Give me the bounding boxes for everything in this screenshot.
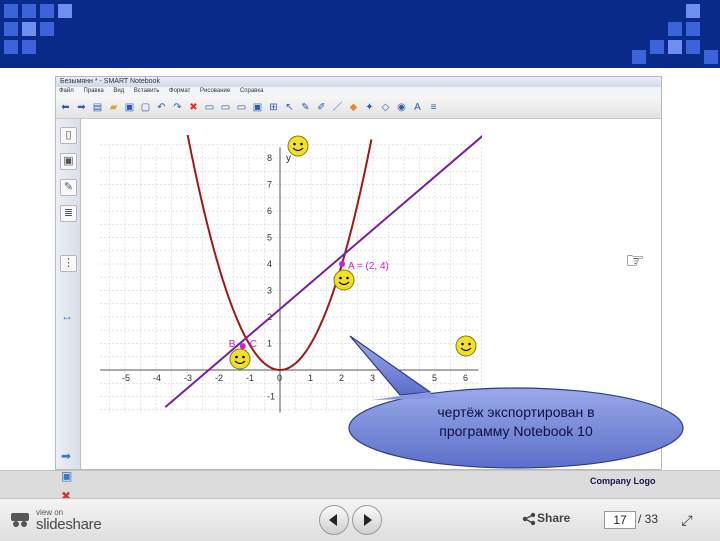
menu-insert[interactable]: Вставить xyxy=(134,88,159,94)
point-a xyxy=(339,261,345,267)
screen-shade-icon[interactable]: ▭ xyxy=(203,101,216,114)
menu-view[interactable]: Вид xyxy=(113,88,124,94)
undo-icon[interactable]: ↶ xyxy=(155,101,168,114)
prev-arrow-icon xyxy=(329,514,337,526)
menu-help[interactable]: Справка xyxy=(240,88,264,94)
x-tick-label: 3 xyxy=(370,373,375,383)
share-icon[interactable] xyxy=(522,512,536,526)
pen-icon[interactable]: ✎ xyxy=(299,101,312,114)
callout-text: чертёж экспортирован в программу Noteboo… xyxy=(360,403,672,441)
add-page-icon[interactable]: ▤ xyxy=(91,101,104,114)
y-tick-label: 5 xyxy=(267,233,272,243)
eraser-icon[interactable]: ◆ xyxy=(347,101,360,114)
properties-icon[interactable]: ≡ xyxy=(427,101,440,114)
shape-icon[interactable]: ◇ xyxy=(379,101,392,114)
table-icon[interactable]: ⊞ xyxy=(267,101,280,114)
x-tick-label: 5 xyxy=(432,373,437,383)
y-tick-label: 1 xyxy=(267,339,272,349)
point-b-label: B xyxy=(229,339,236,350)
paste-icon[interactable]: ▢ xyxy=(139,101,152,114)
y-axis-label: y xyxy=(286,153,291,164)
menu-format[interactable]: Формат xyxy=(169,88,190,94)
text-icon[interactable]: A xyxy=(411,101,424,114)
x-tick-label: 1 xyxy=(308,373,313,383)
parabola-curve xyxy=(186,135,373,372)
point-c-label: C xyxy=(250,339,257,350)
callout-line-2: программу Notebook 10 xyxy=(439,423,593,439)
y-tick-label: 4 xyxy=(267,259,272,269)
delete-icon[interactable]: ✖ xyxy=(187,101,200,114)
y-tick-label: 3 xyxy=(267,286,272,296)
line-icon[interactable]: ／ xyxy=(331,101,344,114)
toolbar: ⬅ ➡ ▤ ▰ ▣ ▢ ↶ ↷ ✖ ▭ ▭ ▭ ▣ ⊞ ↖ ✎ ✐ ／ ◆ ✦ … xyxy=(56,96,661,119)
hand-pointer-icon: ☞ xyxy=(625,248,645,273)
next-arrow-icon xyxy=(364,514,372,526)
menu-file[interactable]: Файл xyxy=(59,88,74,94)
save-icon[interactable]: ▣ xyxy=(123,101,136,114)
x-tick-label: -3 xyxy=(184,373,192,383)
previous-slide-button[interactable] xyxy=(319,505,349,535)
total-pages: / 33 xyxy=(638,512,659,526)
share-button[interactable]: Share xyxy=(537,511,570,525)
select-icon[interactable]: ↖ xyxy=(283,101,296,114)
function-graph: -5 -4 -3 -2 -1 0 1 2 3 4 5 687654321-1 y A = (2, 4)… xyxy=(100,135,482,413)
x-tick-label: 0 xyxy=(277,373,282,383)
y-tick-label: -1 xyxy=(267,392,275,402)
fill-icon[interactable]: ◉ xyxy=(395,101,408,114)
x-tick-label: 6 xyxy=(463,373,468,383)
x-tick-label: -4 xyxy=(153,373,161,383)
magic-pen-icon[interactable]: ✦ xyxy=(363,101,376,114)
straight-line xyxy=(164,135,482,408)
company-logo: Company Logo xyxy=(590,476,656,486)
slide-header-banner xyxy=(0,0,720,68)
menu-edit[interactable]: Правка xyxy=(83,88,103,94)
x-tick-label: 2 xyxy=(339,373,344,383)
fullscreen-icon[interactable]: ⤢ xyxy=(679,512,695,528)
x-tick-label: -1 xyxy=(246,373,254,383)
callout-line-1: чертёж экспортирован в xyxy=(437,404,595,420)
pages-icon[interactable]: ▣ xyxy=(61,469,72,483)
slideshare-logo-icon[interactable] xyxy=(10,512,30,528)
marker-icon[interactable]: ✐ xyxy=(315,101,328,114)
slideshare-brand[interactable]: slideshare xyxy=(36,516,102,533)
page-number-input[interactable]: 17 xyxy=(604,511,636,529)
window-title: Безымянн * - SMART Notebook xyxy=(56,77,661,87)
menu-draw[interactable]: Рисование xyxy=(200,88,230,94)
x-tick-label: -2 xyxy=(215,373,223,383)
forward-arrow-icon[interactable]: ➡ xyxy=(75,101,88,114)
y-tick-label: 6 xyxy=(267,206,272,216)
back-arrow-icon[interactable]: ⬅ xyxy=(59,101,72,114)
capture-icon[interactable]: ▣ xyxy=(251,101,264,114)
y-tick-label: 8 xyxy=(267,153,272,163)
x-tick-label: 4 xyxy=(401,373,406,383)
y-tick-label: 7 xyxy=(267,180,272,190)
open-folder-icon[interactable]: ▰ xyxy=(107,101,120,114)
monitor-icon[interactable]: ▭ xyxy=(235,101,248,114)
redo-icon[interactable]: ↷ xyxy=(171,101,184,114)
point-a-label: A = (2, 4) xyxy=(348,261,389,272)
x-tick-label: -5 xyxy=(122,373,130,383)
display-icon[interactable]: ▭ xyxy=(219,101,232,114)
next-slide-button[interactable] xyxy=(352,505,382,535)
menu-bar: Файл Правка Вид Вставить Формат Рисовани… xyxy=(56,87,661,96)
point-b xyxy=(239,343,246,350)
next-page-icon[interactable]: ➡ xyxy=(61,449,71,463)
